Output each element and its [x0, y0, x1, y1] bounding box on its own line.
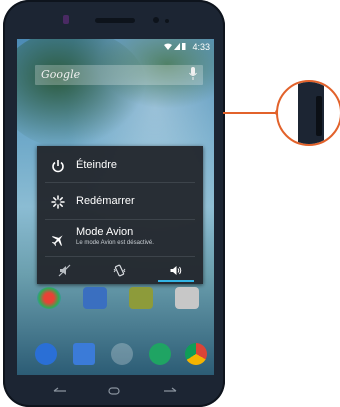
- restart-label: Redémarrer: [76, 195, 135, 207]
- power-menu: Éteindre Redémarrer Mode Avion Le mode A…: [37, 146, 203, 284]
- mic-icon[interactable]: [189, 67, 197, 81]
- google-search-bar[interactable]: Google: [35, 65, 203, 85]
- status-icons: [164, 42, 186, 53]
- chrome-app-icon[interactable]: [185, 343, 207, 365]
- home-key-icon[interactable]: [107, 386, 121, 396]
- app-icon[interactable]: [83, 287, 107, 309]
- contacts-app-icon[interactable]: [73, 343, 95, 365]
- status-bar: 4:33: [17, 39, 214, 55]
- airplane-mode-item[interactable]: Mode Avion Le mode Avion est désactivé.: [37, 220, 203, 256]
- recents-key-icon[interactable]: [163, 386, 177, 396]
- status-time: 4:33: [192, 42, 210, 52]
- sound-on-button[interactable]: [148, 257, 203, 284]
- signal-icon: [174, 43, 180, 50]
- home-app-row: [17, 287, 214, 327]
- sound-on-icon: [170, 266, 182, 275]
- earpiece-speaker: [95, 18, 135, 23]
- battery-icon: [182, 43, 186, 50]
- app-icon[interactable]: [37, 287, 61, 309]
- silent-icon: [58, 264, 71, 277]
- airplane-mode-status: Le mode Avion est désactivé.: [76, 240, 154, 246]
- sound-mode-row: [37, 257, 203, 284]
- power-button-zoom-callout: [276, 80, 340, 146]
- home-dock: [17, 335, 214, 375]
- phone-body: 4:33 Google Éteindre Redémarrer Mode Avi…: [3, 0, 225, 407]
- phone-screen: 4:33 Google Éteindre Redémarrer Mode Avi…: [17, 39, 214, 375]
- menu-divider: [45, 182, 195, 183]
- wifi-icon: [164, 43, 186, 50]
- restart-icon: [51, 195, 65, 209]
- silent-mode-button[interactable]: [37, 257, 92, 284]
- vibrate-mode-button[interactable]: [92, 257, 147, 284]
- app-icon[interactable]: [129, 287, 153, 309]
- power-key: [316, 96, 322, 136]
- restart-item[interactable]: Redémarrer: [37, 184, 203, 220]
- active-mode-indicator: [158, 280, 194, 282]
- app-icon[interactable]: [175, 287, 199, 309]
- front-camera-icon: [63, 15, 69, 24]
- phone-app-icon[interactable]: [35, 343, 57, 365]
- light-sensor: [165, 19, 169, 23]
- power-off-label: Éteindre: [76, 159, 117, 171]
- proximity-sensor: [153, 17, 159, 23]
- airplane-icon: [51, 235, 63, 247]
- vibrate-icon: [113, 264, 126, 277]
- app-drawer-icon[interactable]: [111, 343, 133, 365]
- messages-app-icon[interactable]: [149, 343, 171, 365]
- airplane-mode-label: Mode Avion: [76, 226, 134, 238]
- power-off-item[interactable]: Éteindre: [37, 148, 203, 184]
- back-key-icon[interactable]: [53, 386, 67, 396]
- search-label: Google: [41, 68, 81, 81]
- power-icon: [52, 160, 64, 173]
- callout-connector: [223, 112, 279, 114]
